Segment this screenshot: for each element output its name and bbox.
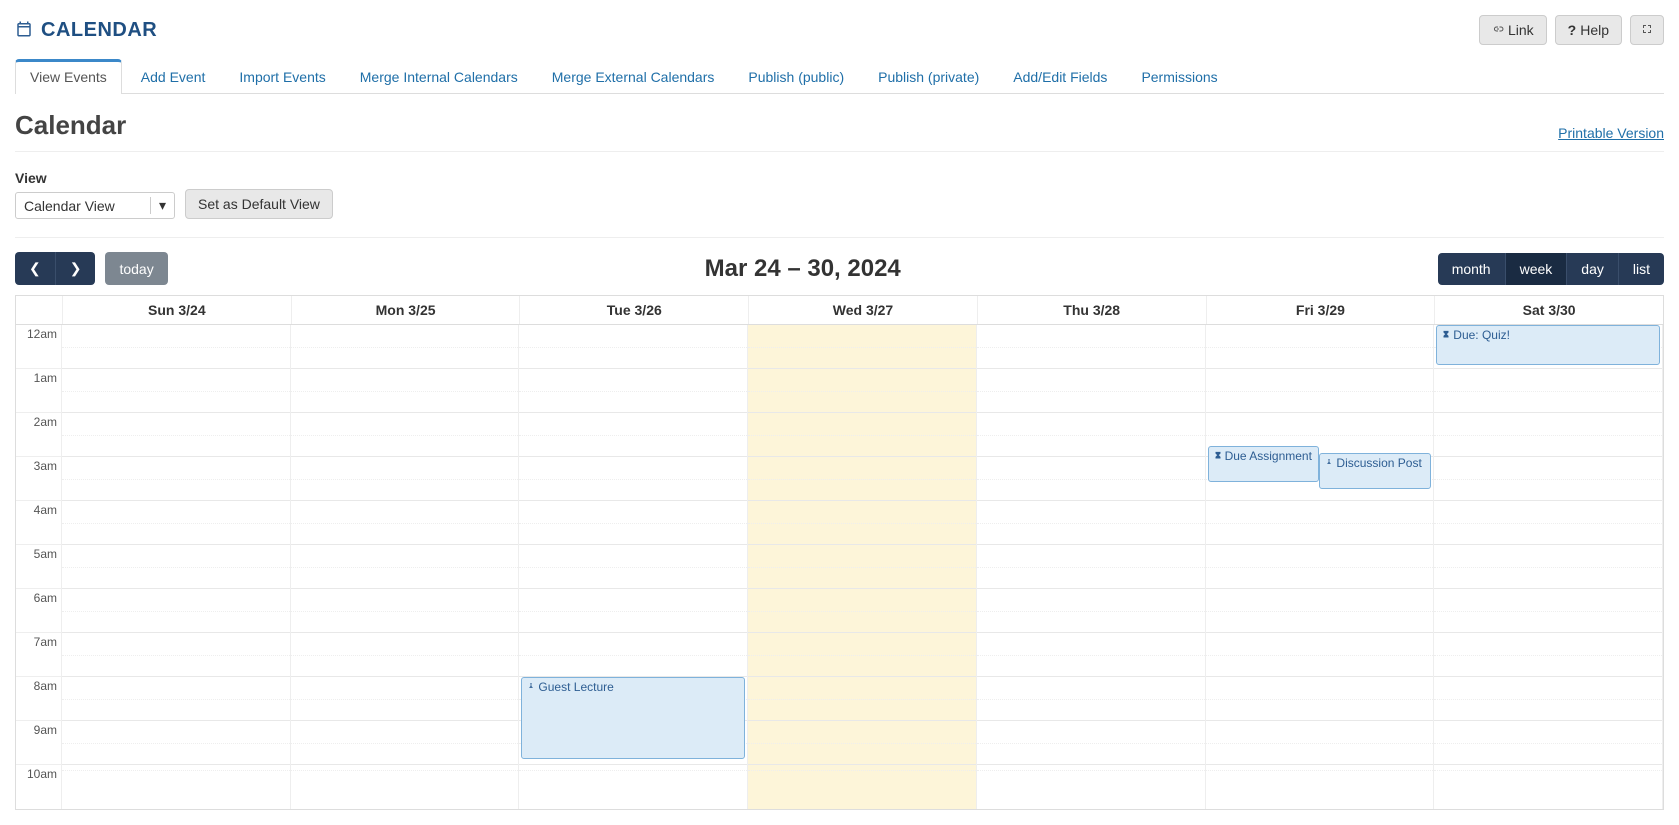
calendar-toolbar: ❮ ❯ today Mar 24 – 30, 2024 month week d…	[15, 238, 1664, 295]
prev-button[interactable]: ❮	[15, 252, 55, 285]
event-label: Due Assignment	[1225, 449, 1312, 463]
day-col-wed[interactable]	[748, 325, 977, 809]
day-header-tue[interactable]: Tue 3/26	[519, 296, 748, 324]
day-col-mon[interactable]	[291, 325, 520, 809]
tab-add-edit-fields[interactable]: Add/Edit Fields	[998, 59, 1122, 93]
tab-merge-internal[interactable]: Merge Internal Calendars	[345, 59, 533, 93]
hour-label: 4am	[16, 501, 61, 545]
time-labels-col: 12am 1am 2am 3am 4am 5am 6am 7am 8am 9am…	[16, 325, 62, 809]
chevron-right-icon: ❯	[70, 260, 82, 276]
next-button[interactable]: ❯	[55, 252, 96, 285]
hour-label: 9am	[16, 721, 61, 765]
help-button-label: Help	[1580, 22, 1609, 38]
help-icon: ?	[1568, 22, 1577, 38]
day-col-sat[interactable]: Due: Quiz!	[1434, 325, 1663, 809]
view-label: View	[15, 170, 175, 186]
event-due-assignment[interactable]: Due Assignment	[1208, 446, 1320, 482]
chevron-down-icon: ▾	[150, 197, 166, 214]
day-header-mon[interactable]: Mon 3/25	[291, 296, 520, 324]
hour-label: 7am	[16, 633, 61, 677]
expand-button[interactable]	[1630, 15, 1664, 45]
tab-publish-public[interactable]: Publish (public)	[733, 59, 859, 93]
link-button-label: Link	[1508, 22, 1534, 38]
calendar-grid: Sun 3/24 Mon 3/25 Tue 3/26 Wed 3/27 Thu …	[15, 295, 1664, 810]
event-label: Due: Quiz!	[1453, 328, 1510, 342]
event-label: Discussion Post	[1336, 456, 1421, 470]
sub-header: Calendar Printable Version	[15, 110, 1664, 152]
tab-permissions[interactable]: Permissions	[1126, 59, 1232, 93]
hour-label: 10am	[16, 765, 61, 809]
hour-label: 3am	[16, 457, 61, 501]
page-title: CALENDAR	[41, 19, 157, 42]
chevron-left-icon: ❮	[29, 260, 41, 276]
calendar-icon	[15, 20, 33, 41]
day-header-thu[interactable]: Thu 3/28	[977, 296, 1206, 324]
title-wrap: CALENDAR	[15, 19, 157, 42]
hour-label: 1am	[16, 369, 61, 413]
day-col-tue[interactable]: Guest Lecture	[519, 325, 748, 809]
hour-label: 6am	[16, 589, 61, 633]
tab-publish-private[interactable]: Publish (private)	[863, 59, 994, 93]
expand-icon	[1641, 22, 1653, 38]
hourglass-icon	[1441, 328, 1451, 343]
hour-label: 5am	[16, 545, 61, 589]
tab-view-events[interactable]: View Events	[15, 59, 122, 94]
view-select-value: Calendar View	[24, 198, 115, 214]
day-header-sun[interactable]: Sun 3/24	[62, 296, 291, 324]
view-mode-buttons: month week day list	[1438, 253, 1664, 285]
today-button[interactable]: today	[105, 252, 167, 285]
day-header-fri[interactable]: Fri 3/29	[1206, 296, 1435, 324]
tab-merge-external[interactable]: Merge External Calendars	[537, 59, 730, 93]
top-actions: Link ? Help	[1479, 15, 1664, 45]
date-range: Mar 24 – 30, 2024	[705, 255, 901, 283]
link-button[interactable]: Link	[1479, 15, 1547, 45]
day-header-wed[interactable]: Wed 3/27	[748, 296, 977, 324]
view-select[interactable]: Calendar View ▾	[15, 192, 175, 219]
view-controls: View Calendar View ▾ Set as Default View	[15, 170, 1664, 238]
event-label: Guest Lecture	[538, 680, 613, 694]
hourglass-icon	[1213, 449, 1223, 464]
hour-label: 12am	[16, 325, 61, 369]
top-header: CALENDAR Link ? Help	[15, 15, 1664, 45]
view-month-button[interactable]: month	[1438, 253, 1505, 285]
day-col-thu[interactable]	[977, 325, 1206, 809]
tab-import-events[interactable]: Import Events	[224, 59, 340, 93]
pin-icon	[526, 680, 536, 695]
day-header-row: Sun 3/24 Mon 3/25 Tue 3/26 Wed 3/27 Thu …	[16, 296, 1663, 325]
link-icon	[1492, 22, 1504, 38]
printable-version-link[interactable]: Printable Version	[1558, 125, 1664, 141]
event-discussion-post[interactable]: Discussion Post	[1319, 453, 1431, 489]
event-due-quiz[interactable]: Due: Quiz!	[1436, 325, 1660, 365]
event-guest-lecture[interactable]: Guest Lecture	[521, 677, 745, 759]
view-list-button[interactable]: list	[1618, 253, 1664, 285]
pin-icon	[1324, 456, 1334, 471]
help-button[interactable]: ? Help	[1555, 15, 1622, 45]
nav-tabs: View Events Add Event Import Events Merg…	[15, 59, 1664, 94]
sub-title: Calendar	[15, 110, 126, 141]
hour-label: 8am	[16, 677, 61, 721]
hour-label: 2am	[16, 413, 61, 457]
day-col-fri[interactable]: Due Assignment Discussion Post	[1206, 325, 1435, 809]
day-col-sun[interactable]	[62, 325, 291, 809]
tab-add-event[interactable]: Add Event	[126, 59, 221, 93]
view-day-button[interactable]: day	[1566, 253, 1618, 285]
time-grid: 12am 1am 2am 3am 4am 5am 6am 7am 8am 9am…	[16, 325, 1663, 809]
view-week-button[interactable]: week	[1505, 253, 1567, 285]
set-default-view-button[interactable]: Set as Default View	[185, 189, 333, 219]
day-header-sat[interactable]: Sat 3/30	[1434, 296, 1663, 324]
nav-buttons: ❮ ❯ today	[15, 252, 168, 285]
